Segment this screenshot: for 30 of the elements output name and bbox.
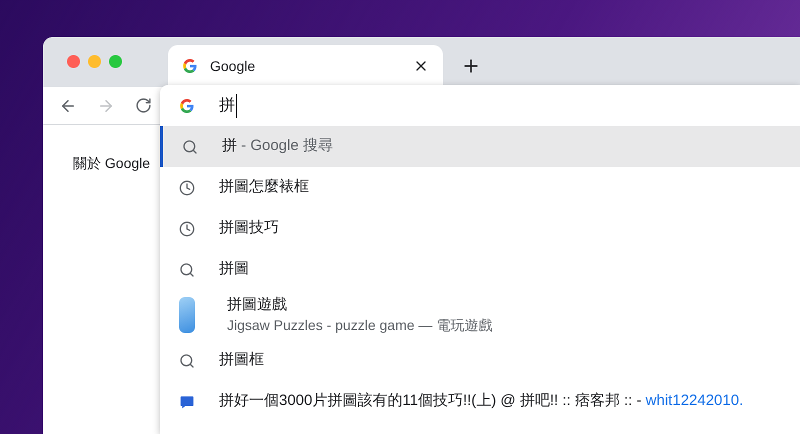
search-icon xyxy=(182,138,198,154)
suggestion-text: 拼圖框 xyxy=(219,350,264,370)
clock-icon xyxy=(179,220,195,238)
browser-tab[interactable]: Google xyxy=(168,45,443,87)
suggestion-item[interactable]: 拼圖技巧 xyxy=(160,208,800,249)
app-icon xyxy=(179,297,195,333)
clock-icon xyxy=(179,178,195,196)
suggestion-item[interactable]: 拼 - Google 搜尋 xyxy=(160,126,800,167)
suggestion-subtitle: Jigsaw Puzzles - puzzle game — 電玩遊戲 xyxy=(227,316,492,335)
suggestion-item[interactable]: 拼好一個3000片拼圖該有的11個技巧!!(上) @ 拼吧!! :: 痞客邦 :: - whit12242010. xyxy=(160,381,800,422)
suggestion-text: 拼圖怎麼裱框 xyxy=(219,177,309,198)
google-icon xyxy=(182,58,198,74)
omnibox-value: 拼 xyxy=(219,94,237,118)
suggestion-text: 拼好一個3000片拼圖該有的11個技巧!!(上) @ 拼吧!! :: 痞客邦 :: - whit12242010. xyxy=(219,391,744,412)
suggestion-item[interactable]: 拼圖 xyxy=(160,249,800,290)
search-icon xyxy=(179,262,195,278)
suggestion-text: 拼圖 xyxy=(219,259,249,280)
suggestion-text: 拼 - Google 搜尋 xyxy=(222,136,333,156)
suggestion-item[interactable]: 拼圖怎麼裱框 xyxy=(160,167,800,208)
reload-icon[interactable] xyxy=(135,97,152,114)
suggestion-url[interactable]: whit12242010. xyxy=(646,392,744,410)
about-link[interactable]: 關於 Google xyxy=(73,155,150,171)
search-icon xyxy=(179,352,195,368)
suggestion-text: 拼圖技巧 xyxy=(219,218,279,238)
google-icon xyxy=(179,98,195,114)
suggestion-item[interactable]: 拼圖框 xyxy=(160,340,800,381)
suggestion-item[interactable]: 拼圖遊戲 Jigsaw Puzzles - puzzle game — 電玩遊戲 xyxy=(160,290,800,340)
suggestion-title: 拼圖遊戲 xyxy=(227,295,288,315)
omnibox-field[interactable]: 拼 xyxy=(160,85,800,126)
tab-title: Google xyxy=(210,56,256,76)
